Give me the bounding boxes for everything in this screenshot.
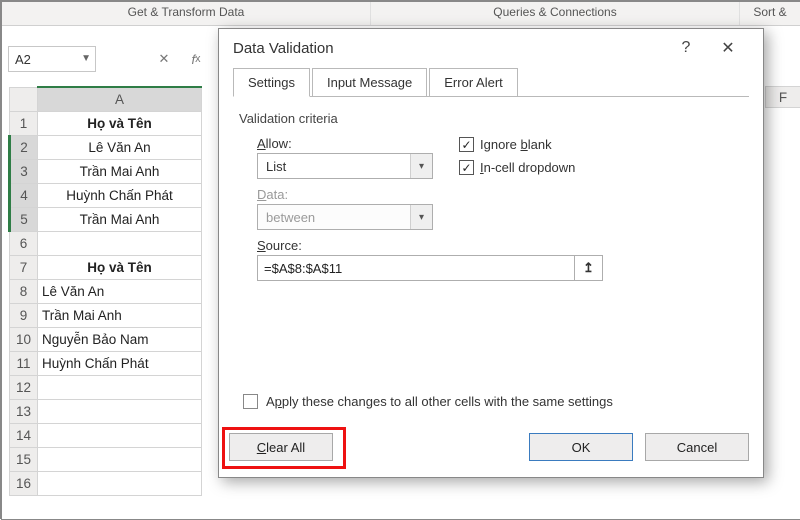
- row-header[interactable]: 7: [10, 255, 38, 279]
- cell-A9[interactable]: Trần Mai Anh: [38, 303, 202, 327]
- ribbon-group-queries: Queries & Connections: [371, 2, 740, 25]
- data-value: between: [266, 210, 315, 225]
- cell-A3[interactable]: Trần Mai Anh: [38, 159, 202, 183]
- data-validation-dialog: Data Validation ? ✕ Settings Input Messa…: [218, 28, 764, 478]
- formula-bar-row: A2 ▼ ✕ fx: [8, 46, 208, 72]
- source-input[interactable]: =$A$8:$A$11: [257, 255, 575, 281]
- cell-A8[interactable]: Lê Văn An: [38, 279, 202, 303]
- ignore-blank-label: Ignore blank: [480, 137, 552, 152]
- ok-button[interactable]: OK: [529, 433, 633, 461]
- tab-settings[interactable]: Settings: [233, 68, 310, 97]
- ribbon-group-get-transform: Get & Transform Data: [2, 2, 371, 25]
- apply-all-checkbox[interactable]: [243, 394, 258, 409]
- cell-A13[interactable]: [38, 399, 202, 423]
- tab-error-alert[interactable]: Error Alert: [429, 68, 518, 97]
- cell-A7[interactable]: Họ và Tên: [38, 255, 202, 279]
- cell-A16[interactable]: [38, 471, 202, 495]
- cell-A4[interactable]: Huỳnh Chấn Phát: [38, 183, 202, 207]
- source-value: =$A$8:$A$11: [264, 261, 342, 276]
- cell-A12[interactable]: [38, 375, 202, 399]
- col-header-F[interactable]: F: [765, 86, 800, 108]
- name-box-value: A2: [15, 52, 31, 67]
- allow-value: List: [266, 159, 286, 174]
- col-header-A[interactable]: A: [38, 87, 202, 111]
- allow-select[interactable]: List ▾: [257, 153, 433, 179]
- row-header[interactable]: 13: [10, 399, 38, 423]
- range-picker-icon: ↥: [583, 260, 594, 276]
- in-cell-dropdown-checkbox[interactable]: ✓ In-cell dropdown: [459, 160, 575, 175]
- cell-A10[interactable]: Nguyễn Bảo Nam: [38, 327, 202, 351]
- dialog-tabs: Settings Input Message Error Alert: [219, 67, 763, 97]
- cell-A6[interactable]: [38, 231, 202, 255]
- close-icon: ✕: [721, 38, 734, 58]
- fx-icon[interactable]: fx: [184, 47, 208, 71]
- cell-A15[interactable]: [38, 447, 202, 471]
- row-header[interactable]: 10: [10, 327, 38, 351]
- row-header[interactable]: 9: [10, 303, 38, 327]
- cell-A14[interactable]: [38, 423, 202, 447]
- cancel-formula-icon[interactable]: ✕: [152, 47, 176, 71]
- chevron-down-icon[interactable]: ▼: [81, 53, 91, 64]
- chevron-down-icon: ▾: [410, 205, 432, 229]
- row-header[interactable]: 1: [10, 111, 38, 135]
- dialog-titlebar[interactable]: Data Validation ? ✕: [219, 29, 763, 67]
- row-header[interactable]: 5: [10, 207, 38, 231]
- select-all-corner[interactable]: [10, 87, 38, 111]
- help-button[interactable]: ?: [665, 29, 707, 67]
- row-header[interactable]: 4: [10, 183, 38, 207]
- row-header[interactable]: 16: [10, 471, 38, 495]
- worksheet-grid[interactable]: A 1 Họ và Tên 2 Lê Văn An 3 Trần Mai Anh…: [8, 86, 202, 496]
- ribbon-groups: Get & Transform Data Queries & Connectio…: [2, 2, 800, 26]
- row-header[interactable]: 3: [10, 159, 38, 183]
- cancel-button[interactable]: Cancel: [645, 433, 749, 461]
- name-box[interactable]: A2 ▼: [8, 46, 96, 72]
- data-select: between ▾: [257, 204, 433, 230]
- ignore-blank-checkbox[interactable]: ✓ Ignore blank: [459, 137, 575, 152]
- range-picker-button[interactable]: ↥: [575, 255, 603, 281]
- checkbox-checked-icon: ✓: [459, 137, 474, 152]
- cell-A1[interactable]: Họ và Tên: [38, 111, 202, 135]
- ribbon-group-sort: Sort &: [740, 2, 800, 25]
- row-header[interactable]: 11: [10, 351, 38, 375]
- dialog-title: Data Validation: [233, 40, 334, 57]
- data-label: Data:: [257, 187, 749, 202]
- apply-all-label: Apply these changes to all other cells w…: [266, 394, 613, 409]
- row-header[interactable]: 15: [10, 447, 38, 471]
- clear-all-button[interactable]: Clear All: [229, 433, 333, 461]
- row-header[interactable]: 2: [10, 135, 38, 159]
- row-header[interactable]: 8: [10, 279, 38, 303]
- row-header[interactable]: 12: [10, 375, 38, 399]
- dialog-buttons: Clear All OK Cancel: [229, 431, 749, 463]
- row-header[interactable]: 14: [10, 423, 38, 447]
- close-button[interactable]: ✕: [707, 29, 749, 67]
- chevron-down-icon[interactable]: ▾: [410, 154, 432, 178]
- tab-input-message[interactable]: Input Message: [312, 68, 427, 97]
- validation-criteria-label: Validation criteria: [239, 111, 749, 126]
- cell-A5[interactable]: Trần Mai Anh: [38, 207, 202, 231]
- checkbox-checked-icon: ✓: [459, 160, 474, 175]
- cell-A2[interactable]: Lê Văn An: [38, 135, 202, 159]
- in-cell-dropdown-label: In-cell dropdown: [480, 160, 575, 175]
- cell-A11[interactable]: Huỳnh Chấn Phát: [38, 351, 202, 375]
- source-label: Source:: [257, 238, 749, 253]
- row-header[interactable]: 6: [10, 231, 38, 255]
- settings-panel: Validation criteria Allow: List ▾ Data: …: [233, 97, 749, 417]
